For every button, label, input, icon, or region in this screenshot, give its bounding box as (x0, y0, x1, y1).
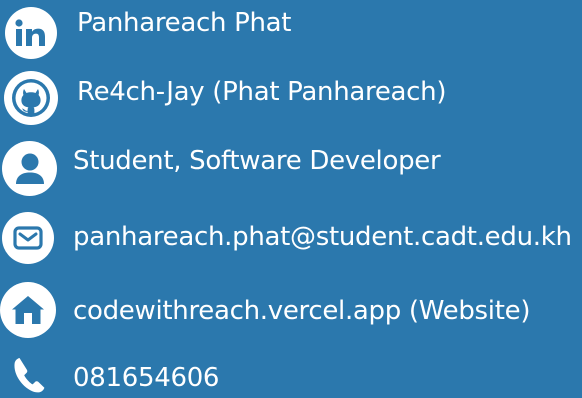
linkedin-name[interactable]: Panhareach Phat (77, 10, 292, 36)
phone-icon (12, 356, 46, 394)
linkedin-icon (5, 7, 57, 59)
mail-icon (2, 212, 54, 264)
home-icon (0, 282, 56, 338)
website-text[interactable]: codewithreach.vercel.app (Website) (73, 298, 530, 324)
email-text[interactable]: panhareach.phat@student.cadt.edu.kh (73, 224, 572, 250)
phone-number[interactable]: 081654606 (73, 365, 219, 391)
github-icon (4, 71, 58, 125)
github-username[interactable]: Re4ch-Jay (Phat Panhareach) (77, 79, 446, 105)
role-text: Student, Software Developer (73, 146, 441, 176)
person-icon (2, 141, 57, 196)
